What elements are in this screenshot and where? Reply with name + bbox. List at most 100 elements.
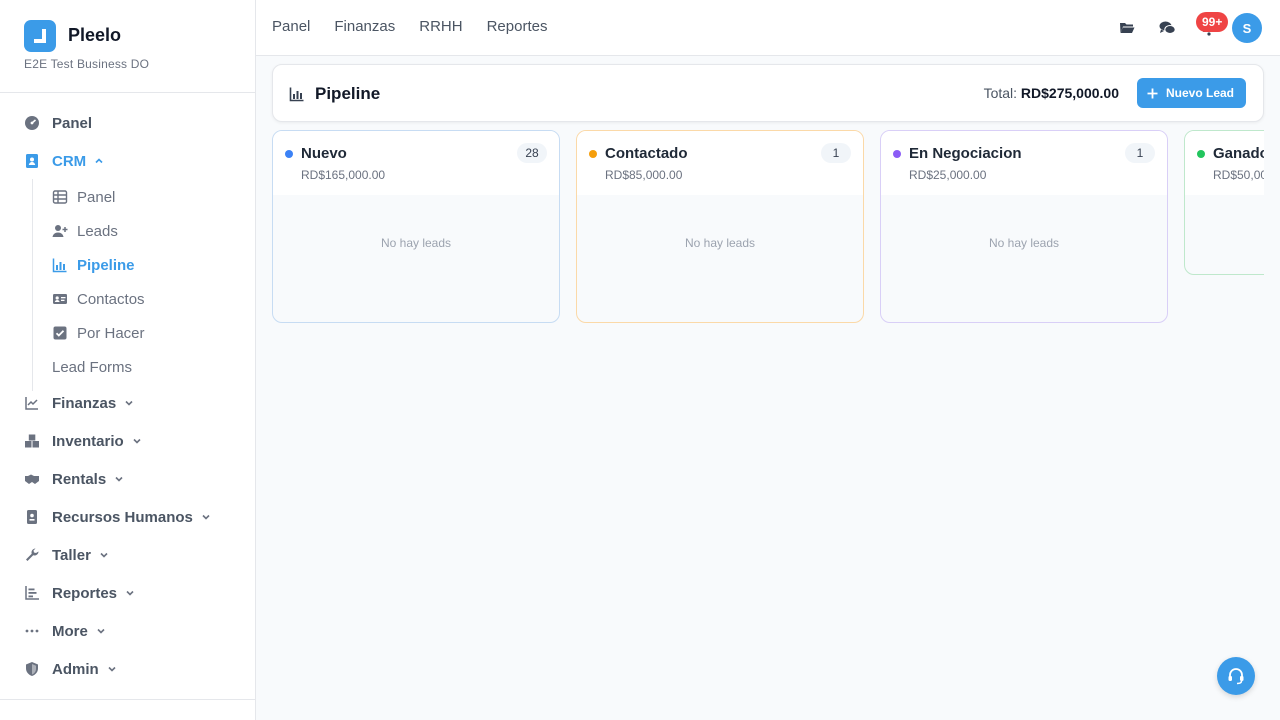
chevron-up-icon (94, 156, 104, 166)
table-icon (52, 189, 68, 205)
sidebar-item-label: Recursos Humanos (52, 508, 193, 526)
column-count-badge: 28 (517, 143, 547, 163)
sidebar-subitem-label: Contactos (77, 290, 145, 308)
sidebar-item-label: Admin (52, 660, 99, 678)
user-plus-icon (52, 223, 68, 239)
brand-header: Pleelo E2E Test Business DO (0, 0, 255, 93)
sidebar-subitem-pipeline[interactable]: Pipeline (52, 253, 135, 277)
chevron-down-icon (124, 398, 134, 408)
sidebar-subitem-leads[interactable]: Leads (52, 219, 118, 243)
sidebar-footer-divider (0, 699, 255, 700)
sidebar-subitem-lead-forms[interactable]: Lead Forms (52, 355, 132, 379)
new-lead-label: Nuevo Lead (1165, 86, 1234, 100)
chat-icon[interactable] (1159, 20, 1176, 36)
column-header: Nuevo 28 RD$165,000.00 (273, 131, 559, 195)
column-header: En Negociacion 1 RD$25,000.00 (881, 131, 1167, 195)
sidebar-subitem-panel[interactable]: Panel (52, 185, 115, 209)
pipeline-header: Pipeline Total: RD$275,000.00 Nuevo Lead (272, 64, 1264, 122)
sidebar-item-more[interactable]: More (24, 619, 106, 643)
sidebar-item-label: Taller (52, 546, 91, 564)
sidebar-item-label: CRM (52, 152, 87, 170)
sidebar-item-taller[interactable]: Taller (24, 543, 109, 567)
sidebar-subitem-label: Pipeline (77, 256, 135, 274)
page-title: Pipeline (315, 84, 381, 103)
sidebar-item-recursos-humanos[interactable]: Recursos Humanos (24, 505, 211, 529)
chevron-down-icon (96, 626, 106, 636)
plus-icon (1147, 88, 1158, 98)
stage-color-dot (285, 150, 293, 158)
column-count-badge: 1 (1125, 143, 1155, 163)
subnav-divider (32, 179, 33, 391)
column-title: Contactado (605, 145, 688, 162)
dashboard-icon (24, 115, 40, 131)
sidebar-subitem-label: Lead Forms (52, 358, 133, 376)
topnav-panel[interactable]: Panel (272, 18, 310, 35)
empty-state: No hay leads (988, 236, 1060, 250)
chevron-down-icon (125, 588, 135, 598)
folder-icon[interactable] (1119, 20, 1135, 36)
business-name: E2E Test Business DO (24, 57, 150, 71)
contacts-book-icon (24, 153, 40, 169)
sidebar-item-crm[interactable]: CRM (24, 149, 104, 173)
more-dots-icon (24, 623, 40, 639)
chevron-down-icon (132, 436, 142, 446)
brand-logo[interactable] (24, 20, 56, 52)
column-header: Ganado RD$50,000.00 (1185, 131, 1264, 195)
sidebar-item-finanzas[interactable]: Finanzas (24, 391, 134, 415)
bar-chart-icon (52, 257, 68, 273)
sidebar-item-label: Panel (52, 114, 93, 132)
topnav-rrhh[interactable]: RRHH (419, 18, 462, 35)
column-amount: RD$85,000.00 (605, 168, 683, 182)
checkbox-icon (52, 325, 68, 341)
top-nav: Panel Finanzas RRHH Reportes (272, 18, 547, 35)
pipeline-column-nuevo[interactable]: Nuevo 28 RD$165,000.00 No hay leads (272, 130, 560, 323)
sidebar-item-label: More (52, 622, 88, 640)
sidebar-subitem-label: Por Hacer (77, 324, 145, 342)
column-count-badge: 1 (821, 143, 851, 163)
column-header: Contactado 1 RD$85,000.00 (577, 131, 863, 195)
avatar[interactable]: S (1232, 13, 1262, 43)
sidebar-item-label: Finanzas (52, 394, 117, 412)
shield-icon (24, 661, 40, 677)
column-amount: RD$25,000.00 (909, 168, 987, 182)
sidebar: Pleelo E2E Test Business DO Panel CRM Fi… (0, 0, 256, 720)
empty-state: No hay leads (380, 236, 452, 250)
total-value: RD$275,000.00 (1020, 85, 1119, 101)
topnav-finanzas[interactable]: Finanzas (334, 18, 395, 35)
column-amount: RD$50,000.00 (1213, 168, 1264, 182)
sidebar-item-reportes[interactable]: Reportes (24, 581, 135, 605)
pipeline-board: Nuevo 28 RD$165,000.00 No hay leads Cont… (272, 130, 1264, 330)
sidebar-subitem-contactos[interactable]: Contactos (52, 287, 145, 311)
sidebar-item-label: Reportes (52, 584, 118, 602)
new-lead-button[interactable]: Nuevo Lead (1136, 78, 1246, 108)
boxes-icon (24, 433, 40, 449)
pipeline-column-contactado[interactable]: Contactado 1 RD$85,000.00 No hay leads (576, 130, 864, 323)
sidebar-item-rentals[interactable]: Rentals (24, 467, 124, 491)
headset-icon (1228, 668, 1244, 685)
chevron-down-icon (201, 512, 211, 522)
sidebar-item-inventario[interactable]: Inventario (24, 429, 142, 453)
sidebar-subitem-por-hacer[interactable]: Por Hacer (52, 321, 145, 345)
sidebar-item-admin[interactable]: Admin (24, 657, 117, 681)
pipeline-column-en-negociacion[interactable]: En Negociacion 1 RD$25,000.00 No hay lea… (880, 130, 1168, 323)
chevron-down-icon (99, 550, 109, 560)
stage-color-dot (893, 150, 901, 158)
pipeline-total: Total: RD$275,000.00 (984, 85, 1119, 101)
handshake-icon (24, 471, 40, 487)
topnav-reportes[interactable]: Reportes (487, 18, 548, 35)
empty-state: No hay leads (684, 236, 756, 250)
brand-name: Pleelo (68, 25, 122, 45)
column-title: Ganado (1213, 145, 1264, 162)
chevron-down-icon (107, 664, 117, 674)
top-bar: Panel Finanzas RRHH Reportes 99+ S (256, 0, 1280, 56)
sidebar-subitem-label: Leads (77, 222, 118, 240)
id-badge-icon (24, 509, 40, 525)
sidebar-item-panel[interactable]: Panel (24, 111, 92, 135)
pipeline-column-ganado[interactable]: Ganado RD$50,000.00 (1184, 130, 1264, 275)
column-title: En Negociacion (909, 145, 1022, 162)
bar-chart-icon (289, 86, 305, 107)
total-label: Total: (983, 85, 1018, 101)
address-card-icon (52, 291, 68, 307)
help-support-button[interactable] (1217, 657, 1255, 695)
sidebar-subitem-label: Panel (77, 188, 116, 206)
